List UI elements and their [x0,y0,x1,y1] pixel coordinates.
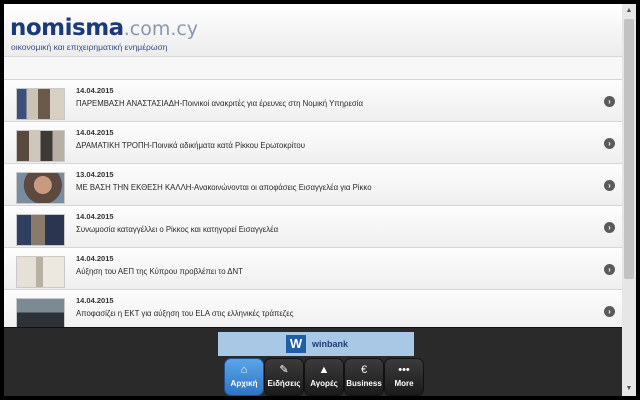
news-item[interactable]: 14.04.2015 Συνωμοσία καταγγέλλει ο Ρίκκο… [4,206,622,248]
news-item[interactable]: 14.04.2015 Αύξηση του ΑΕΠ της Κύπρου προ… [4,248,622,290]
chevron-right-icon: › [604,96,615,107]
news-date: 14.04.2015 [76,296,114,305]
scroll-up-arrow-icon[interactable]: ▲ [624,6,634,16]
news-date: 14.04.2015 [76,212,114,221]
news-thumbnail-image [16,256,65,288]
more-dots-icon: ••• [398,364,410,376]
home-icon: ⌂ [240,364,248,376]
scroll-down-arrow-icon[interactable]: ▼ [624,384,634,394]
news-thumbnail-image [16,172,65,204]
winbank-ad-banner[interactable]: W winbank [218,332,414,356]
news-thumbnail-image [16,130,65,162]
news-date: 14.04.2015 [76,128,114,137]
news-title: ΔΡΑΜΑΤΙΚΗ ΤΡΟΠΗ-Ποινικά αδικήματα κατά Ρ… [76,141,305,150]
chevron-right-icon: › [604,306,615,317]
chevron-right-icon: › [604,138,615,149]
bottom-bar: W winbank ⌂ Αρχική ✎ Ειδήσεις ▲ Αγορές €… [4,327,622,396]
news-date: 13.04.2015 [76,170,114,179]
nav-button-more[interactable]: ••• More [384,358,424,396]
nav-label: Business [346,379,382,388]
news-item[interactable]: 14.04.2015 ΠΑΡΕΜΒΑΣΗ ΑΝΑΣΤΑΣΙΑΔΗ-Ποινικο… [4,80,622,122]
news-date: 14.04.2015 [76,86,114,95]
app-frame: nomisma.com.cy οικονομική και επιχειρημα… [4,4,622,396]
news-title: Συνωμοσία καταγγέλλει ο Ρίκκος και κατηγ… [76,225,279,234]
site-logo[interactable]: nomisma.com.cy [10,15,198,41]
chevron-right-icon: › [604,264,615,275]
banner-brand-text: winbank [312,339,349,349]
news-title: ΜΕ ΒΑΣΗ ΤΗΝ ΕΚΘΕΣΗ ΚΑΛΛΗ-Ανακοινώνονται … [76,183,372,192]
news-item[interactable]: 13.04.2015 ΜΕ ΒΑΣΗ ΤΗΝ ΕΚΘΕΣΗ ΚΑΛΛΗ-Ανακ… [4,164,622,206]
site-header: nomisma.com.cy οικονομική και επιχειρημα… [4,4,622,57]
news-item[interactable]: 14.04.2015 ΔΡΑΜΑΤΙΚΗ ΤΡΟΠΗ-Ποινικά αδική… [4,122,622,164]
nav-button-markets[interactable]: ▲ Αγορές [304,358,344,396]
nav-button-news[interactable]: ✎ Ειδήσεις [264,358,304,396]
news-icon: ✎ [279,364,289,376]
news-thumbnail-image [16,214,65,246]
chevron-right-icon: › [604,222,615,233]
scrollbar-thumb[interactable] [624,19,634,279]
news-title: Αύξηση του ΑΕΠ της Κύπρου προβλέπει το Δ… [76,267,243,276]
chevron-right-icon: › [604,180,615,191]
markets-chart-icon: ▲ [318,364,330,376]
winbank-logo-icon: W [286,335,306,353]
nav-label: Αγορές [310,379,338,388]
news-thumbnail-image [16,88,65,120]
nav-label: Ειδήσεις [267,379,301,388]
site-tagline: οικονομική και επιχειρηματική ενημέρωση [11,42,168,52]
news-date: 14.04.2015 [76,254,114,263]
nav-label: More [394,379,414,388]
news-title: ΠΑΡΕΜΒΑΣΗ ΑΝΑΣΤΑΣΙΑΔΗ-Ποινικοί ανακριτές… [76,99,363,108]
news-title: Αποφασίζει η ΕΚΤ για αύξηση του ELA στις… [76,309,294,318]
nav-button-business[interactable]: € Business [344,358,384,396]
logo-domain-text: .com.cy [123,18,199,40]
nav-label: Αρχική [230,379,258,388]
nav-button-home[interactable]: ⌂ Αρχική [224,358,264,396]
logo-main-text: nomisma [10,15,124,41]
euro-icon: € [360,364,368,376]
vertical-scrollbar[interactable]: ▲ ▼ [622,4,636,396]
header-toolbar-strip [4,57,622,80]
news-thumbnail-image [16,298,65,330]
news-list: 14.04.2015 ΠΑΡΕΜΒΑΣΗ ΑΝΑΣΤΑΣΙΑΔΗ-Ποινικο… [4,80,622,332]
news-item[interactable]: 14.04.2015 Αποφασίζει η ΕΚΤ για αύξηση τ… [4,290,622,332]
